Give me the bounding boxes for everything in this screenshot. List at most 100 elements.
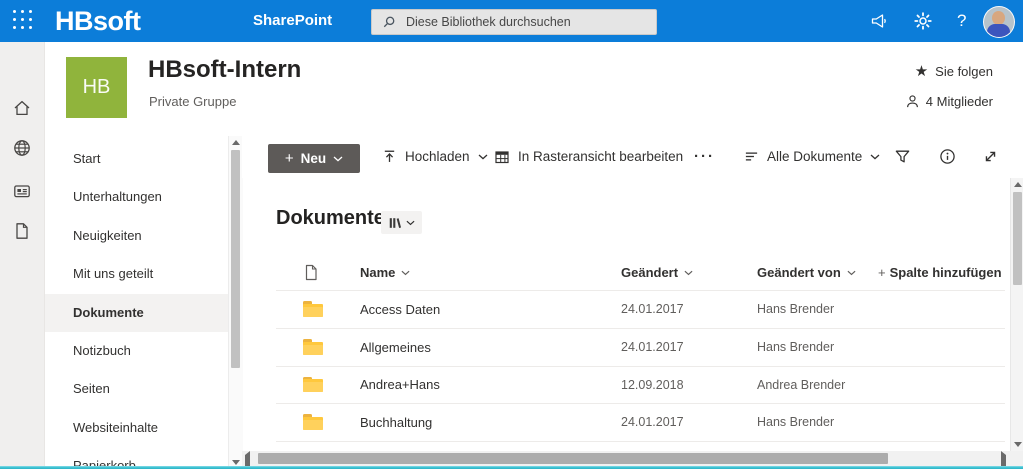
grid-edit-label: In Rasteransicht bearbeiten (518, 149, 683, 164)
megaphone-icon[interactable] (869, 11, 889, 31)
site-logo[interactable]: HB (66, 57, 127, 118)
chevron-down-icon (401, 270, 410, 276)
folder-icon (303, 366, 323, 404)
table-row[interactable]: Andrea+Hans 12.09.2018 Andrea Brender (242, 366, 1010, 404)
row-modified-by: Hans Brender (757, 404, 834, 442)
sidebar-item-neuigkeiten[interactable]: Neuigkeiten (45, 217, 230, 255)
star-icon: ★ (915, 64, 928, 79)
library-icon (388, 216, 402, 230)
chevron-down-icon (870, 154, 880, 160)
divider (276, 441, 1005, 442)
news-icon[interactable] (12, 181, 32, 201)
column-header-name[interactable]: Name (360, 255, 410, 290)
command-bar: + Neu Hochladen In Rasteransicht bearbei… (242, 135, 1010, 178)
scroll-up-icon[interactable] (229, 136, 243, 149)
search-input[interactable] (404, 14, 638, 30)
scroll-up-icon[interactable] (1011, 178, 1023, 191)
document-icon[interactable] (12, 221, 32, 241)
sidebar-item-start[interactable]: Start (45, 140, 230, 178)
scroll-down-icon[interactable] (1011, 438, 1023, 451)
account-avatar[interactable] (983, 6, 1015, 38)
row-modified-by: Andrea Brender (757, 366, 845, 404)
column-header-modified-by[interactable]: Geändert von (757, 255, 856, 290)
tenant-logo[interactable]: HBsoft (55, 0, 141, 42)
row-modified: 24.01.2017 (621, 329, 684, 367)
horizontal-scrollbar-thumb[interactable] (258, 453, 888, 464)
globe-icon[interactable] (12, 138, 32, 158)
more-commands-button[interactable]: ··· (694, 135, 715, 178)
sidebar-item-seiten[interactable]: Seiten (45, 370, 230, 408)
folder-icon (303, 329, 323, 367)
new-button[interactable]: + Neu (268, 144, 360, 173)
view-selector-button[interactable]: Alle Dokumente (744, 135, 880, 178)
chevron-down-icon (333, 156, 343, 162)
follow-button[interactable]: ★ Sie folgen (915, 64, 993, 79)
column-header-modified[interactable]: Geändert (621, 255, 693, 290)
file-type-column-icon[interactable] (304, 264, 318, 281)
view-list-icon (744, 149, 759, 164)
chevron-down-icon (847, 270, 856, 276)
grid-edit-button[interactable]: In Rasteransicht bearbeiten (494, 135, 683, 178)
row-modified: 12.09.2018 (621, 366, 684, 404)
row-modified: 24.01.2017 (621, 291, 684, 329)
row-name[interactable]: Andrea+Hans (360, 366, 440, 404)
row-modified-by: Hans Brender (757, 329, 834, 367)
search-box[interactable] (371, 9, 657, 35)
avatar-shirt (987, 24, 1010, 37)
gear-icon[interactable] (913, 11, 933, 31)
new-button-label: Neu (301, 151, 327, 166)
sidebar-scrollbar[interactable] (228, 136, 243, 469)
sidebar-item-websiteinhalte[interactable]: Websiteinhalte (45, 409, 230, 447)
home-icon[interactable] (12, 98, 32, 118)
row-name[interactable]: Allgemeines (360, 329, 431, 367)
person-icon (905, 94, 920, 109)
chevron-down-icon (684, 270, 693, 276)
sidebar-item-notizbuch[interactable]: Notizbuch (45, 332, 230, 370)
row-modified-by: Hans Brender (757, 291, 834, 329)
upload-icon (382, 149, 397, 164)
view-selector-label: Alle Dokumente (767, 149, 862, 164)
suite-bar: HBsoft SharePoint ? (0, 0, 1023, 42)
sharepoint-window: HBsoft SharePoint ? (0, 0, 1023, 469)
sidebar-item-dokumente[interactable]: Dokumente (45, 294, 230, 332)
site-privacy-label: Private Gruppe (149, 94, 236, 109)
info-icon[interactable] (939, 148, 956, 165)
row-name[interactable]: Buchhaltung (360, 404, 432, 442)
horizontal-scrollbar[interactable] (242, 451, 1010, 466)
avatar-face (992, 11, 1005, 25)
content-scrollbar-thumb[interactable] (1013, 192, 1022, 285)
site-title[interactable]: HBsoft-Intern (148, 56, 301, 84)
sharepoint-home-link[interactable]: SharePoint (253, 0, 332, 42)
help-button[interactable]: ? (957, 0, 966, 42)
filter-icon[interactable] (894, 148, 911, 165)
folder-icon (303, 291, 323, 329)
table-header: Name Geändert Geändert von + Spalte hinz… (242, 255, 1010, 290)
app-rail (0, 42, 45, 469)
members-button[interactable]: 4 Mitglieder (905, 94, 993, 109)
site-header: HB HBsoft-Intern Private Gruppe ★ Sie fo… (45, 42, 1023, 135)
follow-label: Sie folgen (935, 64, 993, 79)
sidebar-scrollbar-thumb[interactable] (231, 150, 240, 368)
library-view-toggle[interactable] (381, 211, 422, 234)
table-row[interactable]: Access Daten 24.01.2017 Hans Brender (242, 291, 1010, 329)
content-scrollbar[interactable] (1010, 178, 1023, 451)
grid-icon (494, 149, 510, 165)
plus-icon: + (285, 150, 294, 167)
members-label: 4 Mitglieder (926, 94, 993, 109)
plus-icon: + (878, 265, 886, 280)
sidebar-item-mit-uns-geteilt[interactable]: Mit uns geteilt (45, 255, 230, 293)
search-icon (382, 15, 396, 29)
add-column-button[interactable]: + Spalte hinzufügen (878, 255, 1002, 290)
table-row[interactable]: Allgemeines 24.01.2017 Hans Brender (242, 329, 1010, 367)
row-modified: 24.01.2017 (621, 404, 684, 442)
folder-icon (303, 404, 323, 442)
upload-button[interactable]: Hochladen (382, 135, 488, 178)
upload-label: Hochladen (405, 149, 470, 164)
app-launcher-icon[interactable] (13, 10, 35, 32)
row-name[interactable]: Access Daten (360, 291, 440, 329)
sidebar-item-unterhaltungen[interactable]: Unterhaltungen (45, 178, 230, 216)
expand-icon[interactable] (982, 148, 999, 165)
table-row[interactable]: Buchhaltung 24.01.2017 Hans Brender (242, 404, 1010, 442)
library-title: Dokumente (276, 207, 385, 230)
site-nav: Start Unterhaltungen Neuigkeiten Mit uns… (45, 135, 242, 469)
